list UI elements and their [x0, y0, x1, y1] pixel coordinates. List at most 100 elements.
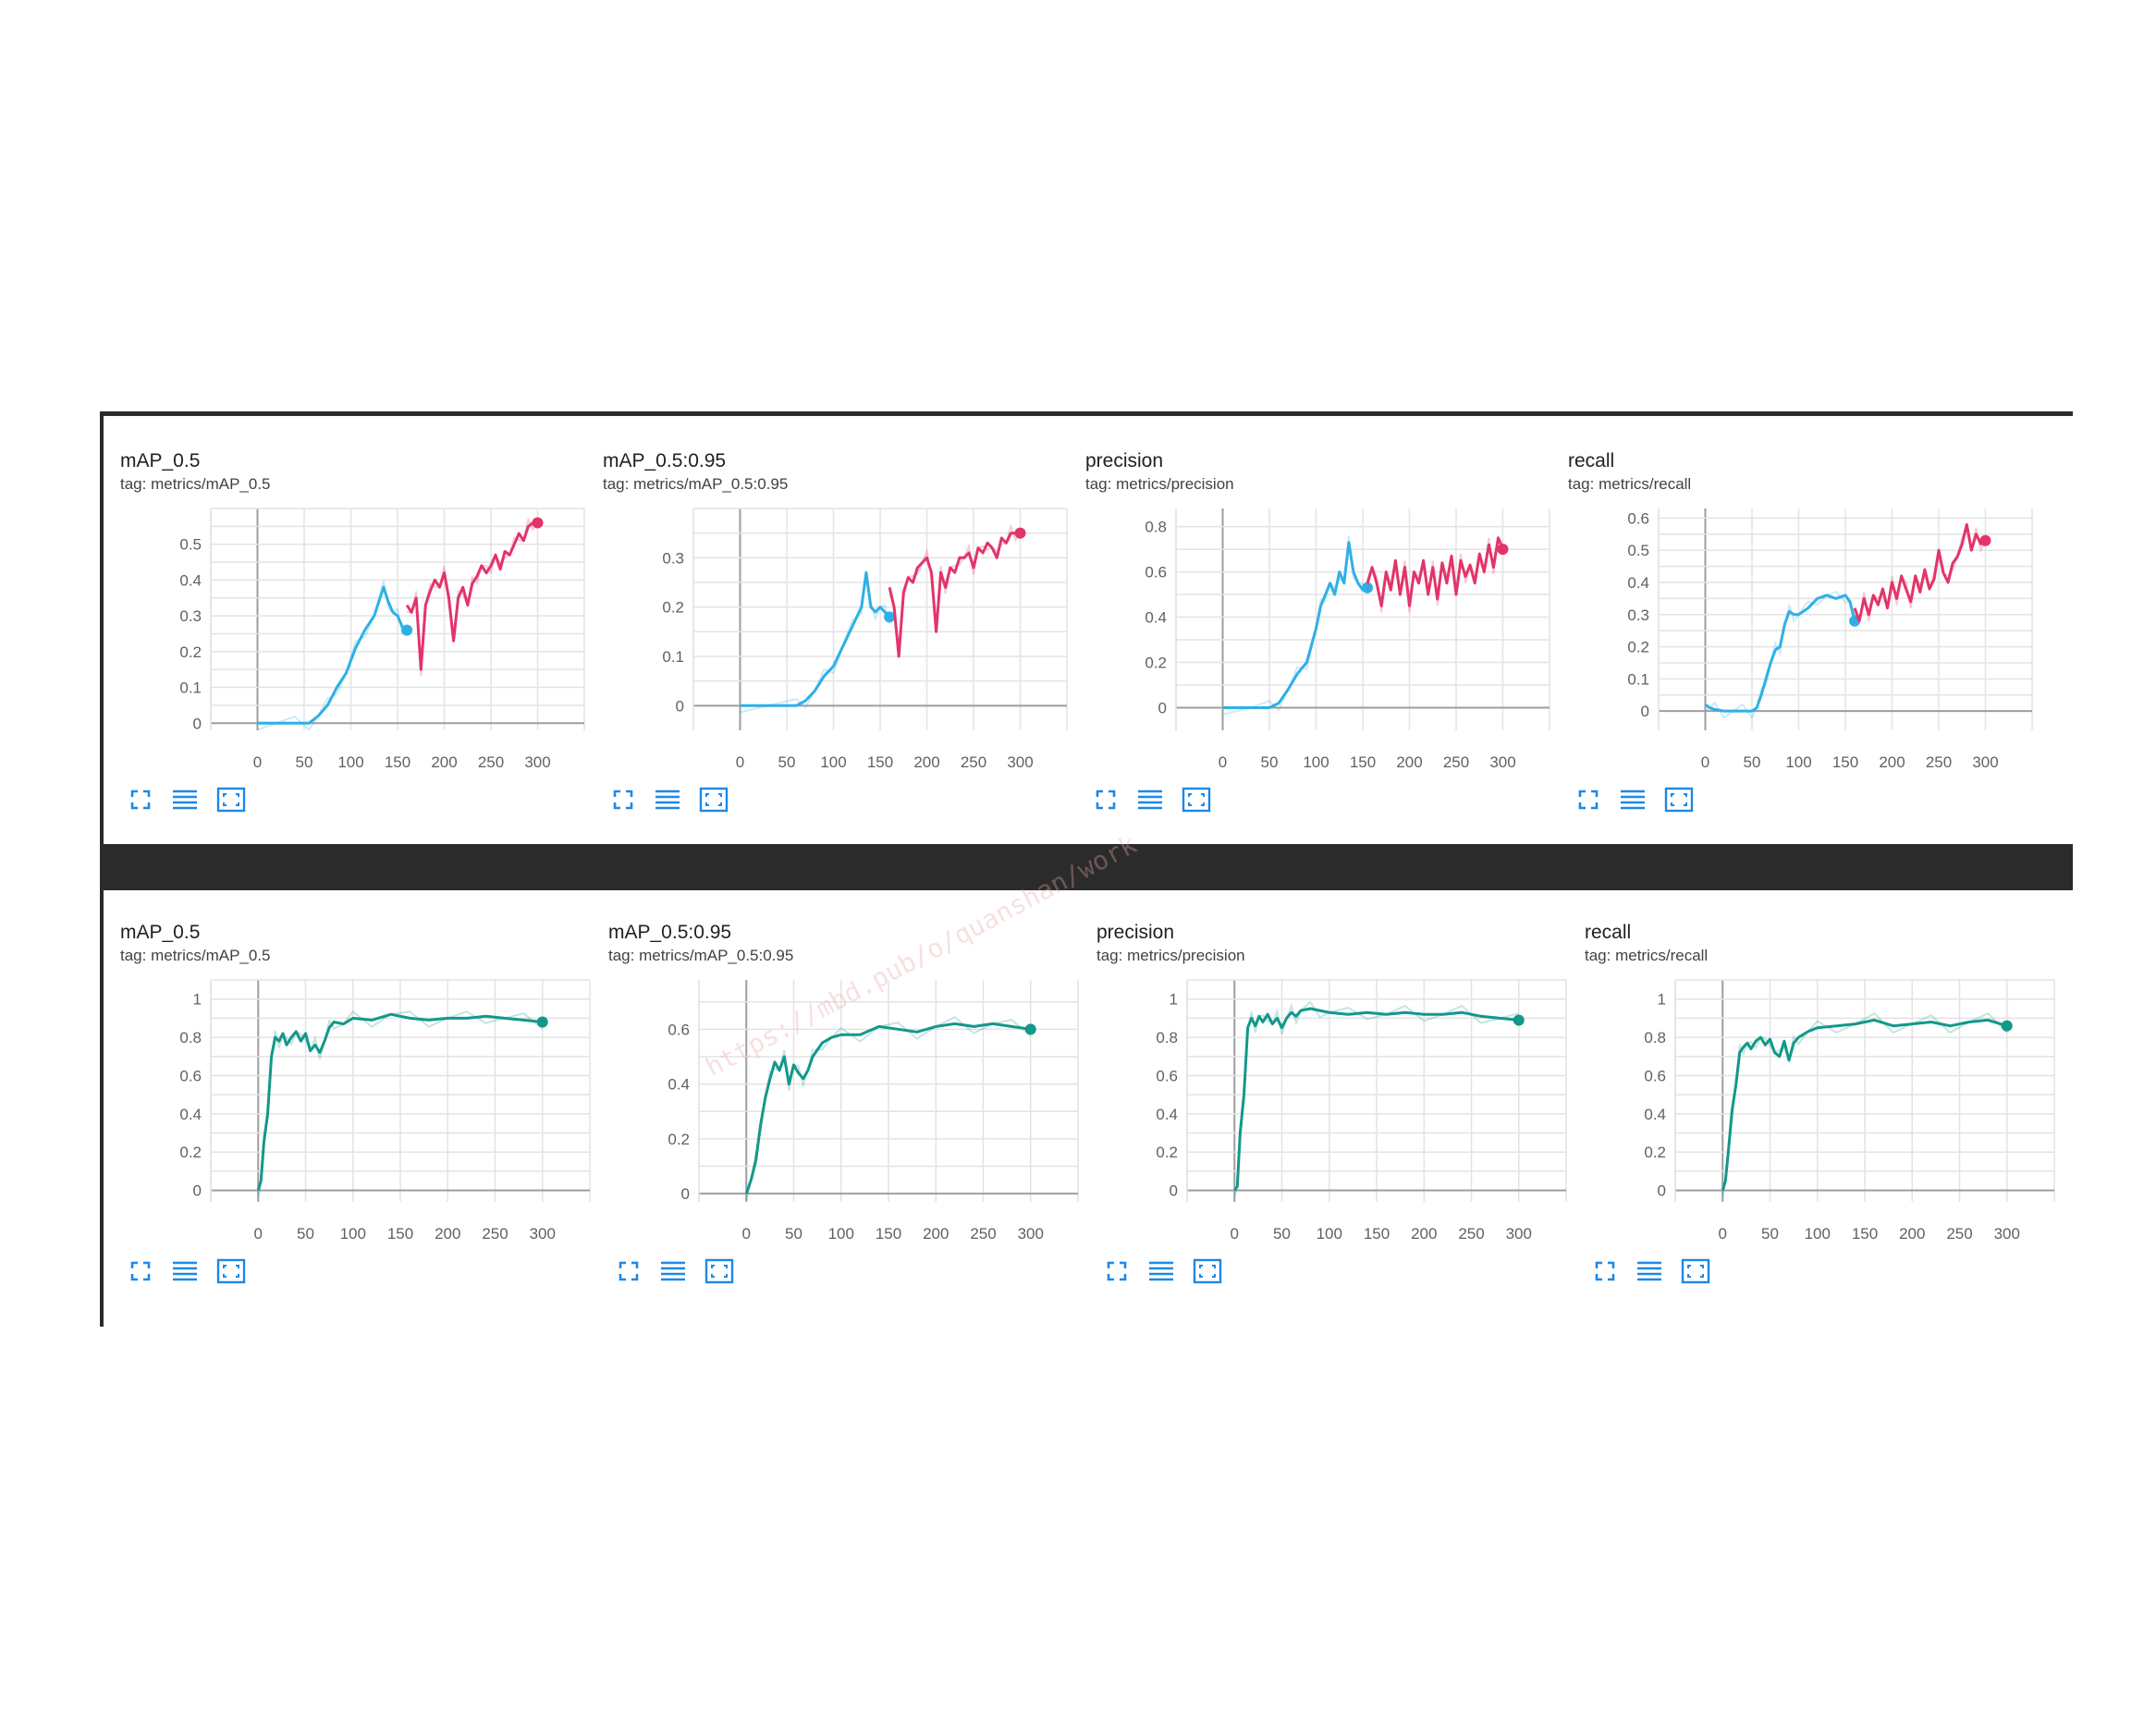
chart-tag: tag: metrics/precision	[1096, 947, 1245, 964]
x-tick-label: 50	[1761, 1225, 1779, 1242]
series-end-point[interactable]	[1014, 527, 1026, 539]
x-tick-label: 0	[1719, 1225, 1727, 1242]
x-tick-label: 100	[1303, 753, 1329, 771]
y-tick-label: 0.4	[179, 571, 202, 589]
x-tick-label: 300	[1972, 753, 1998, 771]
fit-screen-icon[interactable]	[129, 789, 152, 811]
fit-screen-icon[interactable]	[1594, 1260, 1616, 1282]
series-end-point[interactable]	[536, 1016, 548, 1028]
x-tick-label: 200	[1899, 1225, 1925, 1242]
x-tick-label: 300	[530, 1225, 556, 1242]
x-tick-label: 50	[785, 1225, 802, 1242]
x-tick-label: 200	[1396, 753, 1422, 771]
x-tick-label: 50	[1261, 753, 1279, 771]
y-tick-label: 0.2	[179, 643, 202, 661]
x-tick-label: 100	[1805, 1225, 1831, 1242]
y-tick-label: 0	[193, 1182, 202, 1200]
series-end-point[interactable]	[401, 624, 413, 636]
y-tick-label: 0.8	[1145, 519, 1167, 536]
fit-screen-icon[interactable]	[612, 789, 634, 811]
x-tick-label: 0	[253, 753, 262, 771]
y-tick-label: 0	[676, 697, 684, 715]
x-tick-label: 0	[736, 753, 744, 771]
y-tick-label: 0.6	[1644, 1067, 1666, 1084]
y-tick-label: 0.4	[179, 1106, 202, 1123]
x-tick-label: 0	[742, 1225, 751, 1242]
x-tick-label: 300	[1994, 1225, 2020, 1242]
y-tick-label: 0.4	[1627, 574, 1649, 592]
x-tick-label: 250	[1946, 1225, 1972, 1242]
x-tick-label: 300	[1007, 753, 1033, 771]
fit-screen-icon[interactable]	[1577, 789, 1599, 811]
y-tick-label: 1	[193, 991, 202, 1009]
chart-title: precision	[1096, 922, 1174, 943]
x-tick-label: 250	[1458, 1225, 1484, 1242]
x-tick-label: 50	[297, 1225, 314, 1242]
x-tick-label: 50	[1744, 753, 1761, 771]
y-tick-label: 0.6	[1156, 1067, 1178, 1084]
y-tick-label: 0	[1658, 1182, 1666, 1200]
chart-title: mAP_0.5:0.95	[603, 450, 726, 471]
series-end-point[interactable]	[1024, 1023, 1036, 1035]
x-tick-label: 100	[1785, 753, 1811, 771]
series-end-point[interactable]	[2001, 1020, 2013, 1032]
x-tick-label: 150	[876, 1225, 901, 1242]
x-tick-label: 100	[828, 1225, 854, 1242]
x-tick-label: 150	[385, 753, 410, 771]
chart-tag: tag: metrics/mAP_0.5:0.95	[603, 475, 788, 493]
x-tick-label: 200	[1879, 753, 1905, 771]
chart-tag: tag: metrics/mAP_0.5	[120, 475, 271, 493]
x-tick-label: 50	[296, 753, 313, 771]
chart-title: precision	[1085, 450, 1163, 471]
y-tick-label: 0	[1158, 700, 1167, 717]
x-tick-label: 200	[1411, 1225, 1437, 1242]
x-tick-label: 100	[340, 1225, 366, 1242]
y-tick-label: 0.6	[179, 1067, 202, 1084]
top-border	[100, 411, 2073, 416]
x-tick-label: 300	[1018, 1225, 1044, 1242]
chart-tag: tag: metrics/mAP_0.5	[120, 947, 271, 964]
series-end-point[interactable]	[1979, 534, 1991, 546]
dashboard-canvas: mAP_0.5tag: metrics/mAP_0.50 50 100 150 200 2…	[0, 0, 2156, 1726]
y-tick-label: 0.6	[1145, 564, 1167, 581]
chart-title: mAP_0.5	[120, 922, 200, 943]
chart-title: mAP_0.5	[120, 450, 200, 471]
y-tick-label: 0.2	[1644, 1144, 1666, 1161]
fit-screen-icon[interactable]	[1106, 1260, 1128, 1282]
series-end-point[interactable]	[1497, 544, 1509, 556]
y-tick-label: 0	[681, 1185, 690, 1203]
y-tick-label: 0.3	[662, 549, 684, 567]
series-end-point[interactable]	[532, 517, 544, 529]
x-tick-label: 200	[435, 1225, 460, 1242]
y-tick-label: 1	[1170, 991, 1178, 1009]
y-tick-label: 0.4	[1145, 609, 1167, 627]
x-tick-label: 300	[1506, 1225, 1532, 1242]
chart-tag: tag: metrics/recall	[1585, 947, 1708, 964]
x-tick-label: 250	[482, 1225, 508, 1242]
y-tick-label: 0.2	[1156, 1144, 1178, 1161]
y-tick-label: 0.1	[179, 679, 202, 697]
y-tick-label: 0.8	[1156, 1029, 1178, 1047]
y-tick-label: 0.4	[1156, 1106, 1178, 1123]
chart-tag: tag: metrics/recall	[1568, 475, 1691, 493]
y-tick-label: 0.8	[1644, 1029, 1666, 1047]
series-end-point[interactable]	[1513, 1014, 1525, 1026]
y-tick-label: 0.3	[1627, 606, 1649, 624]
y-tick-label: 0.4	[1644, 1106, 1666, 1123]
x-tick-label: 250	[961, 753, 986, 771]
x-tick-label: 0	[1219, 753, 1227, 771]
fit-screen-icon[interactable]	[1095, 789, 1117, 811]
x-tick-label: 0	[1231, 1225, 1239, 1242]
x-tick-label: 150	[1852, 1225, 1878, 1242]
chart-title: recall	[1585, 922, 1631, 943]
x-tick-label: 0	[254, 1225, 263, 1242]
y-tick-label: 0.5	[1627, 542, 1649, 559]
fit-screen-icon[interactable]	[129, 1260, 152, 1282]
y-tick-label: 0	[193, 715, 202, 732]
fit-screen-icon[interactable]	[618, 1260, 640, 1282]
chart-tag: tag: metrics/precision	[1085, 475, 1234, 493]
y-tick-label: 0.3	[179, 607, 202, 625]
y-tick-label: 0.1	[662, 648, 684, 666]
y-tick-label: 0	[1170, 1182, 1178, 1200]
y-tick-label: 0.2	[668, 1131, 690, 1148]
